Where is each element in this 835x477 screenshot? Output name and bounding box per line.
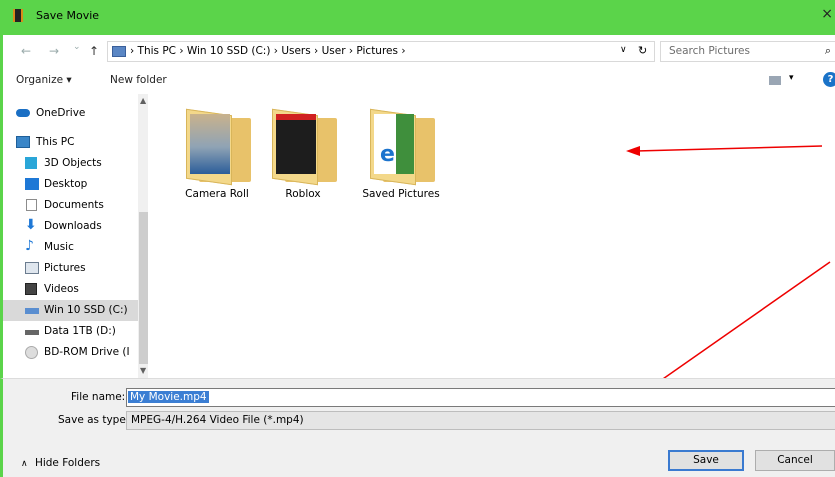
chevron-up-icon: ∧ [21, 459, 28, 469]
cube-icon [25, 157, 37, 169]
filename-field[interactable]: My Movie.mp4 [126, 388, 835, 407]
refresh-icon[interactable]: ↻ [638, 44, 647, 57]
folder-location-icon [112, 46, 126, 57]
scroll-down-icon[interactable]: ▼ [140, 366, 146, 375]
recent-locations-icon[interactable]: ⌄ [73, 42, 81, 52]
close-icon[interactable]: × [821, 6, 833, 22]
search-placeholder: Search Pictures [669, 45, 750, 57]
sidebar-item-win10-ssd[interactable]: Win 10 SSD (C:) [3, 300, 138, 321]
help-icon[interactable]: ? [823, 72, 835, 87]
disc-icon [25, 346, 38, 359]
hide-folders-label: Hide Folders [34, 457, 101, 469]
filename-value[interactable]: My Movie.mp4 [128, 391, 209, 403]
filename-label: File name: [71, 391, 126, 403]
folder-camera-roll[interactable]: Camera Roll [172, 108, 262, 208]
sidebar-item-label: Win 10 SSD (C:) [44, 304, 128, 316]
hide-folders-button[interactable]: ∧ Hide Folders [21, 457, 100, 469]
scrollbar-thumb[interactable] [139, 212, 148, 364]
chevron-down-icon[interactable]: ∨ [620, 45, 627, 55]
desktop-icon [25, 178, 39, 190]
music-icon: ♪ [25, 238, 34, 254]
up-arrow-icon[interactable]: ↑ [89, 44, 99, 58]
computer-icon [16, 136, 30, 148]
folder-saved-pictures[interactable]: e Saved Pictures [356, 108, 446, 208]
pictures-icon [25, 262, 39, 274]
folder-label: Camera Roll [185, 188, 249, 200]
savetype-value: MPEG-4/H.264 Video File (*.mp4) [131, 414, 304, 426]
photo-thumbnail [190, 114, 230, 174]
breadcrumb-path[interactable]: › This PC › Win 10 SSD (C:) › Users › Us… [130, 45, 406, 57]
chevron-down-icon[interactable]: ▾ [789, 73, 794, 83]
edge-logo-icon: e [380, 142, 395, 167]
document-icon [26, 199, 37, 211]
film-icon [13, 9, 23, 22]
cancel-button[interactable]: Cancel [755, 450, 835, 471]
sidebar-item-label: OneDrive [36, 107, 86, 119]
save-form: File name: My Movie.mp4 Save as type: MP… [0, 378, 835, 477]
sidebar-item-bd-rom[interactable]: BD-ROM Drive (I [3, 342, 138, 363]
window-title: Save Movie [36, 9, 100, 22]
title-bar: Save Movie × [0, 0, 835, 35]
sidebar-item-music[interactable]: ♪ Music [3, 237, 138, 258]
view-options-icon[interactable] [769, 76, 781, 85]
sidebar-item-onedrive[interactable]: OneDrive [3, 103, 138, 124]
scroll-up-icon[interactable]: ▲ [140, 96, 146, 105]
savetype-select[interactable]: MPEG-4/H.264 Video File (*.mp4) [126, 411, 835, 430]
download-icon: ⬇ [25, 217, 37, 233]
cloud-icon [16, 109, 30, 117]
save-button[interactable]: Save [668, 450, 744, 471]
savetype-label: Save as type: [58, 414, 130, 426]
sidebar-item-this-pc[interactable]: This PC [3, 132, 138, 153]
sidebar-item-label: Downloads [44, 220, 102, 232]
folder-roblox[interactable]: Roblox [258, 108, 348, 208]
sidebar-item-desktop[interactable]: Desktop [3, 174, 138, 195]
command-bar: Organize ▾ New folder ▾ ? [0, 67, 835, 94]
sidebar-item-downloads[interactable]: ⬇ Downloads [3, 216, 138, 237]
search-input[interactable]: Search Pictures ⌕ [660, 41, 835, 62]
sidebar-item-label: Videos [44, 283, 79, 295]
new-folder-button[interactable]: New folder [110, 74, 167, 86]
sidebar-item-label: BD-ROM Drive (I [44, 346, 130, 358]
breadcrumb[interactable]: › This PC › Win 10 SSD (C:) › Users › Us… [107, 41, 655, 62]
sidebar-item-pictures[interactable]: Pictures [3, 258, 138, 279]
folder-label: Saved Pictures [362, 188, 440, 200]
sidebar-item-label: 3D Objects [44, 157, 102, 169]
sidebar-item-label: Documents [44, 199, 104, 211]
back-arrow-icon[interactable]: ← [21, 44, 31, 58]
sidebar-item-data-1tb[interactable]: Data 1TB (D:) [3, 321, 138, 342]
drive-icon [25, 330, 39, 335]
nav-scrollbar[interactable]: ▲ ▼ [138, 94, 148, 378]
sidebar-item-documents[interactable]: Documents [3, 195, 138, 216]
sidebar-item-label: Data 1TB (D:) [44, 325, 116, 337]
forward-arrow-icon[interactable]: → [49, 44, 59, 58]
file-list: Camera Roll Roblox e Saved Pictures [148, 94, 835, 378]
sidebar-item-3d-objects[interactable]: 3D Objects [3, 153, 138, 174]
sidebar-item-videos[interactable]: Videos [3, 279, 138, 300]
navigation-pane: OneDrive This PC 3D Objects Desktop Docu… [0, 94, 148, 378]
sidebar-item-label: Desktop [44, 178, 88, 190]
drive-icon [25, 308, 39, 314]
organize-button[interactable]: Organize ▾ [16, 74, 72, 86]
roblox-thumbnail [276, 114, 316, 174]
folder-label: Roblox [285, 188, 321, 200]
sidebar-item-label: This PC [36, 136, 75, 148]
sidebar-item-label: Music [44, 241, 74, 253]
search-icon[interactable]: ⌕ [825, 44, 831, 58]
sidebar-item-label: Pictures [44, 262, 86, 274]
videos-icon [25, 283, 37, 295]
address-bar: ← → ⌄ ↑ › This PC › Win 10 SSD (C:) › Us… [0, 35, 835, 67]
